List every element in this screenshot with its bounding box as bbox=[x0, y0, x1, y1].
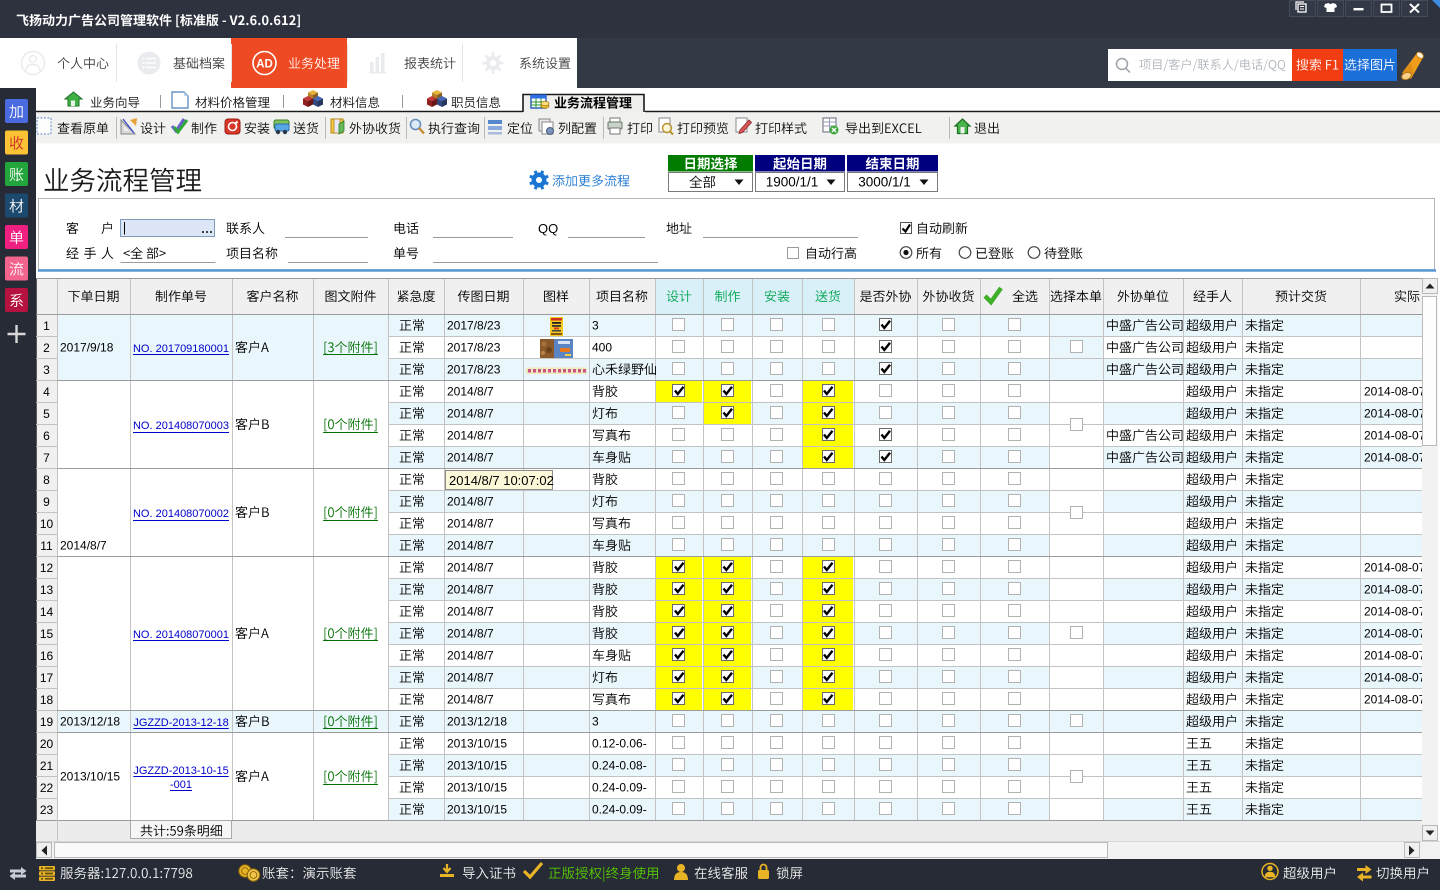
svg-text:2014-08-07: 2014-08-07 bbox=[1364, 451, 1426, 465]
svg-text:2014/8/7: 2014/8/7 bbox=[447, 517, 494, 531]
svg-text:11: 11 bbox=[40, 539, 53, 553]
svg-text:7: 7 bbox=[43, 451, 50, 465]
svg-text:2014/8/7: 2014/8/7 bbox=[447, 451, 494, 465]
svg-text:2017/8/23: 2017/8/23 bbox=[447, 319, 501, 333]
svg-text:17: 17 bbox=[40, 671, 54, 685]
svg-text:2014/8/7: 2014/8/7 bbox=[447, 385, 494, 399]
svg-text:2017/8/23: 2017/8/23 bbox=[447, 341, 501, 355]
svg-text:3: 3 bbox=[592, 715, 599, 729]
svg-text:20: 20 bbox=[40, 737, 54, 751]
svg-text:NO. 201709180001: NO. 201709180001 bbox=[133, 343, 229, 355]
svg-text:QQ: QQ bbox=[538, 221, 558, 236]
svg-text:400: 400 bbox=[592, 341, 612, 355]
svg-text:2014/8/7: 2014/8/7 bbox=[447, 583, 494, 597]
svg-text:2013/10/15: 2013/10/15 bbox=[447, 781, 507, 795]
svg-text:2013/10/15: 2013/10/15 bbox=[447, 759, 507, 773]
svg-text:2014/8/7: 2014/8/7 bbox=[447, 561, 494, 575]
svg-text:14: 14 bbox=[40, 605, 54, 619]
svg-text:2014-08-07: 2014-08-07 bbox=[1364, 407, 1426, 421]
svg-text:0.12-0.06-: 0.12-0.06- bbox=[592, 737, 647, 751]
svg-text:2014-08-07: 2014-08-07 bbox=[1364, 693, 1426, 707]
svg-text:4: 4 bbox=[43, 385, 50, 399]
svg-text:19: 19 bbox=[40, 715, 54, 729]
svg-text:2014-08-07: 2014-08-07 bbox=[1364, 649, 1426, 663]
svg-text:1900/1/1: 1900/1/1 bbox=[766, 175, 819, 190]
svg-text:2014/8/7: 2014/8/7 bbox=[447, 627, 494, 641]
svg-text:JGZZD-2013-12-18: JGZZD-2013-12-18 bbox=[133, 717, 228, 729]
svg-text:2013/12/18: 2013/12/18 bbox=[447, 715, 507, 729]
svg-text:2017/8/23: 2017/8/23 bbox=[447, 363, 501, 377]
svg-text:2: 2 bbox=[43, 341, 50, 355]
svg-text:2014/8/7: 2014/8/7 bbox=[447, 539, 494, 553]
svg-text:2014-08-07: 2014-08-07 bbox=[1364, 385, 1426, 399]
svg-text:2014/8/7: 2014/8/7 bbox=[447, 605, 494, 619]
svg-text:3000/1/1: 3000/1/1 bbox=[858, 175, 911, 190]
svg-text:16: 16 bbox=[40, 649, 54, 663]
svg-text:21: 21 bbox=[40, 759, 54, 773]
svg-text:8: 8 bbox=[43, 473, 50, 487]
svg-text:0.24-0.08-: 0.24-0.08- bbox=[592, 759, 647, 773]
svg-text:-001: -001 bbox=[170, 779, 192, 791]
svg-text:2014-08-07: 2014-08-07 bbox=[1364, 627, 1426, 641]
svg-text:2014/8/7: 2014/8/7 bbox=[447, 407, 494, 421]
svg-text:0.24-0.09-: 0.24-0.09- bbox=[592, 781, 647, 795]
svg-text:2013/10/15: 2013/10/15 bbox=[447, 737, 507, 751]
svg-text:JGZZD-2013-10-15: JGZZD-2013-10-15 bbox=[133, 765, 228, 777]
svg-text:2014-08-07: 2014-08-07 bbox=[1364, 429, 1426, 443]
svg-text:0.24-0.09-: 0.24-0.09- bbox=[592, 803, 647, 817]
svg-text:2014/8/7: 2014/8/7 bbox=[447, 649, 494, 663]
svg-text:2014-08-07: 2014-08-07 bbox=[1364, 605, 1426, 619]
svg-text:2014/8/7 10:07:02: 2014/8/7 10:07:02 bbox=[449, 473, 554, 488]
svg-text:2013/10/15: 2013/10/15 bbox=[60, 770, 120, 784]
svg-text:22: 22 bbox=[40, 781, 54, 795]
svg-text:18: 18 bbox=[40, 693, 54, 707]
svg-text:9: 9 bbox=[43, 495, 50, 509]
svg-text:2014/8/7: 2014/8/7 bbox=[447, 671, 494, 685]
svg-text:15: 15 bbox=[40, 627, 54, 641]
svg-text:3: 3 bbox=[592, 319, 599, 333]
svg-text:2013/12/18: 2013/12/18 bbox=[60, 715, 120, 729]
svg-text:1: 1 bbox=[43, 319, 50, 333]
svg-text:10: 10 bbox=[40, 517, 54, 531]
svg-text:2014/8/7: 2014/8/7 bbox=[447, 693, 494, 707]
svg-text:2014/8/7: 2014/8/7 bbox=[447, 429, 494, 443]
svg-text:3: 3 bbox=[43, 363, 50, 377]
svg-text:6: 6 bbox=[43, 429, 50, 443]
svg-text:NO. 201408070002: NO. 201408070002 bbox=[133, 508, 229, 520]
svg-text:NO. 201408070001: NO. 201408070001 bbox=[133, 629, 229, 641]
svg-text:13: 13 bbox=[40, 583, 54, 597]
svg-text:2017/9/18: 2017/9/18 bbox=[60, 341, 114, 355]
svg-text:AD: AD bbox=[256, 59, 273, 71]
svg-text:2014-08-07: 2014-08-07 bbox=[1364, 561, 1426, 575]
svg-text:23: 23 bbox=[40, 803, 54, 817]
svg-text:2013/10/15: 2013/10/15 bbox=[447, 803, 507, 817]
svg-text:12: 12 bbox=[40, 561, 54, 575]
svg-text:5: 5 bbox=[43, 407, 50, 421]
svg-text:2014/8/7: 2014/8/7 bbox=[60, 539, 107, 553]
svg-text:2014-08-07: 2014-08-07 bbox=[1364, 671, 1426, 685]
svg-text:2014-08-07: 2014-08-07 bbox=[1364, 583, 1426, 597]
svg-text:NO. 201408070003: NO. 201408070003 bbox=[133, 420, 229, 432]
svg-text:2014/8/7: 2014/8/7 bbox=[447, 495, 494, 509]
